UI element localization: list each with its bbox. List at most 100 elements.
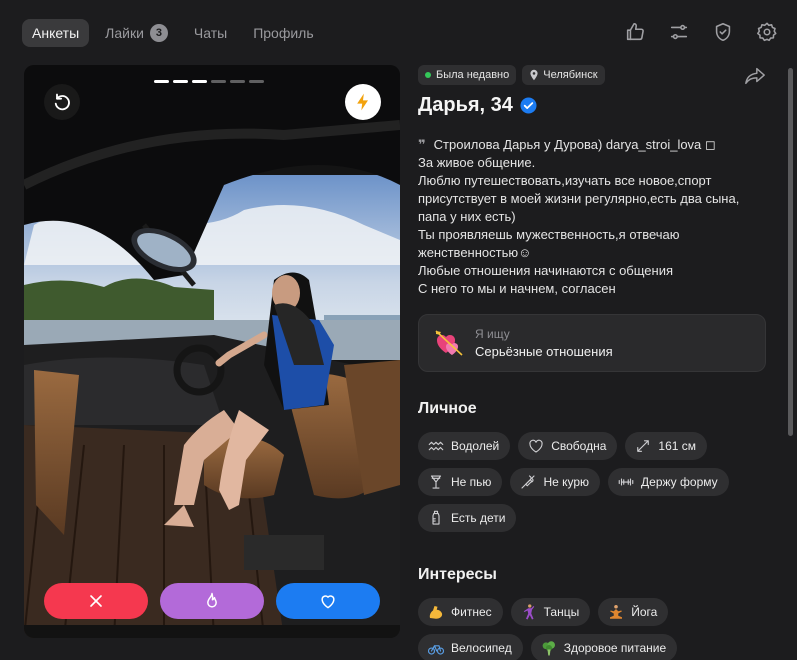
- undo-button[interactable]: [44, 84, 80, 120]
- looking-for-label: Я ищу: [475, 327, 510, 341]
- photo-indicator[interactable]: [154, 80, 169, 83]
- like-button[interactable]: [276, 583, 380, 619]
- city-text: Челябинск: [543, 69, 598, 81]
- photo-indicator[interactable]: [192, 80, 207, 83]
- profile-name: Дарья, 34: [418, 94, 513, 116]
- close-icon: [90, 595, 102, 607]
- photo-indicator[interactable]: [173, 80, 188, 83]
- looking-for-value: Серьёзные отношения: [475, 344, 613, 359]
- tag-label: Держу форму: [641, 475, 718, 489]
- tag-interest-food: Здоровое питание: [530, 634, 678, 660]
- tag-label: Здоровое питание: [563, 641, 667, 655]
- interests-tags: Фитнес Танцы Йога Велосипед Здоровое пит…: [418, 598, 770, 660]
- tag-children: Есть дети: [418, 504, 517, 532]
- looking-for-text: Я ищу Серьёзные отношения: [475, 327, 613, 359]
- tag-height: 161 см: [625, 432, 707, 460]
- tag-label: Фитнес: [451, 605, 492, 619]
- tag-label: 161 см: [658, 439, 696, 453]
- bio-line: ❞ Строилова Дарья у Дурова) darya_stroi_l…: [418, 136, 770, 154]
- tab-profiles[interactable]: Анкеты: [22, 19, 90, 47]
- tab-label: Лайки: [105, 25, 144, 41]
- tag-label: Танцы: [543, 605, 580, 619]
- personal-section-title: Личное: [418, 400, 477, 417]
- bio-line: За живое общение.: [418, 155, 536, 170]
- tag-interest-dance: Танцы: [510, 598, 591, 626]
- tab-profile[interactable]: Профиль: [243, 19, 323, 47]
- tag-interest-fitness: Фитнес: [418, 598, 503, 626]
- bio-text: Строилова Дарья у Дурова) darya_stroi_lo…: [433, 137, 716, 152]
- tag-relationship: Свободна: [518, 432, 618, 460]
- interests-section-title: Интересы: [418, 566, 497, 583]
- tag-smoking: Не курю: [510, 468, 601, 496]
- name-row: Дарья, 34: [418, 94, 770, 117]
- top-bar: Анкеты Лайки 3 Чаты Профиль: [0, 0, 797, 64]
- heart-arrow-icon: [435, 330, 463, 356]
- thumbs-up-icon[interactable]: [623, 20, 647, 44]
- tab-bar: Анкеты Лайки 3 Чаты Профиль: [22, 19, 330, 47]
- dancer-icon: [523, 604, 534, 620]
- bicycle-icon: [427, 645, 445, 655]
- gear-icon[interactable]: [755, 20, 779, 44]
- bio-line: Любые отношения начинаются с общения: [418, 263, 674, 278]
- profile-photo: [24, 65, 400, 638]
- superlike-button[interactable]: [160, 583, 264, 619]
- tab-chats[interactable]: Чаты: [184, 19, 237, 47]
- baby-bottle-icon: [432, 510, 440, 525]
- photo-indicator[interactable]: [249, 80, 264, 83]
- personal-tags: Водолей Свободна 161 см Не пью Не курю Д…: [418, 432, 770, 540]
- shield-check-icon[interactable]: [711, 20, 735, 44]
- height-icon: [637, 440, 650, 452]
- tag-interest-bike: Велосипед: [418, 634, 523, 660]
- tag-zodiac: Водолей: [418, 432, 511, 460]
- heart-outline-icon: [529, 439, 543, 453]
- tag-label: Есть дети: [451, 511, 506, 525]
- tab-likes[interactable]: Лайки 3: [95, 19, 178, 47]
- status-text: Была недавно: [436, 69, 510, 81]
- photo-indicator[interactable]: [230, 80, 245, 83]
- tag-drinking: Не пью: [418, 468, 503, 496]
- likes-count-badge: 3: [149, 24, 168, 42]
- broccoli-icon: [542, 641, 555, 656]
- tag-interest-yoga: Йога: [598, 598, 669, 626]
- tab-label: Анкеты: [32, 25, 80, 41]
- quote-icon: ❞: [418, 137, 426, 152]
- tag-label: Велосипед: [451, 641, 512, 655]
- status-badge: Была недавно: [418, 65, 517, 85]
- profile-info: Была недавно Челябинск Дарья, 34 ❞ Строил…: [418, 62, 770, 660]
- undo-icon: [54, 93, 70, 111]
- profile-meta: Была недавно Челябинск: [418, 65, 770, 85]
- photo-indicator[interactable]: [211, 80, 226, 83]
- bio: ❞ Строилова Дарья у Дурова) darya_stroi_l…: [418, 136, 770, 298]
- tab-label: Чаты: [193, 25, 228, 41]
- glass-icon: [430, 475, 442, 489]
- no-smoking-icon: [521, 475, 535, 489]
- bio-line: Ты проявляешь мужественность,я отвечаю ж…: [418, 227, 680, 260]
- info-scrollbar[interactable]: [788, 68, 793, 436]
- dislike-button[interactable]: [44, 583, 148, 619]
- flame-icon: [207, 592, 217, 608]
- profile-photo-card[interactable]: [24, 65, 400, 638]
- tag-label: Не пью: [451, 475, 492, 489]
- flexed-biceps-icon: [429, 606, 443, 619]
- bio-line: Люблю путешествовать,изучать все новое,с…: [418, 173, 740, 224]
- tab-label: Профиль: [253, 25, 314, 41]
- aquarius-icon: [428, 441, 444, 451]
- lightning-icon: [357, 93, 368, 111]
- looking-for-card: Я ищу Серьёзные отношения: [418, 314, 766, 372]
- heart-icon: [321, 595, 335, 609]
- boost-button[interactable]: [345, 84, 381, 120]
- verified-icon: [520, 97, 537, 114]
- share-icon[interactable]: [744, 66, 766, 86]
- tag-label: Свободна: [551, 439, 607, 453]
- tag-fitness: Держу форму: [608, 468, 729, 496]
- yoga-icon: [610, 604, 623, 619]
- sliders-icon[interactable]: [667, 20, 691, 44]
- location-pin-icon: [530, 69, 538, 81]
- bio-line: С него то мы и начнем, согласен: [418, 281, 616, 296]
- tag-label: Водолей: [451, 439, 500, 453]
- photo-indicators: [154, 80, 268, 83]
- toolbar-icons: [603, 20, 779, 44]
- tag-label: Йога: [631, 605, 658, 619]
- online-dot: [425, 72, 431, 78]
- tag-label: Не курю: [543, 475, 590, 489]
